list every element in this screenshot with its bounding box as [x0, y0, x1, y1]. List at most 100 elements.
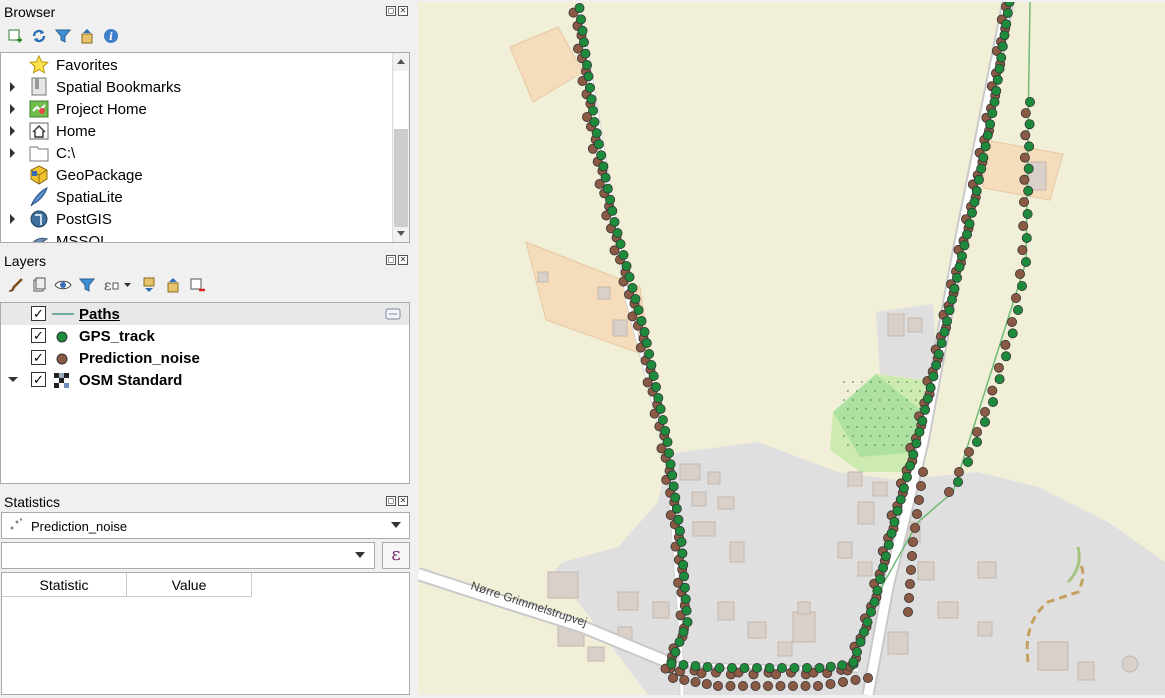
browser-item-spatialite[interactable]: SpatiaLite	[1, 186, 409, 208]
expression-builder-button[interactable]: ε	[382, 542, 410, 569]
gps-point	[978, 152, 989, 163]
expand-arrow-icon[interactable]	[10, 82, 15, 92]
collapse-all-icon[interactable]	[164, 276, 182, 294]
elephant-icon	[29, 209, 49, 229]
gps-point	[947, 294, 958, 305]
layer-item-paths[interactable]: ✓ Paths	[1, 303, 409, 325]
browser-item-postgis[interactable]: PostGIS	[1, 208, 409, 230]
layer-checkbox[interactable]: ✓	[31, 372, 46, 387]
expand-all-icon[interactable]	[140, 276, 158, 294]
svg-text:i: i	[109, 32, 113, 43]
gps-point	[976, 163, 987, 174]
gps-point	[682, 617, 693, 628]
scroll-thumb[interactable]	[394, 129, 408, 227]
expand-arrow-icon[interactable]	[10, 148, 15, 158]
remove-layer-icon[interactable]	[188, 276, 206, 294]
browser-scrollbar[interactable]	[392, 53, 409, 242]
noise-point	[917, 466, 928, 477]
noise-point	[850, 675, 861, 686]
browser-item-home[interactable]: Home	[1, 120, 409, 142]
layer-item-osm-standard[interactable]: ✓ OSM Standard	[1, 369, 409, 391]
noise-point	[987, 385, 998, 396]
collapse-all-icon[interactable]	[78, 27, 96, 45]
layer-item-gps-track[interactable]: ✓ GPS_track	[1, 325, 409, 347]
gps-point	[612, 227, 623, 238]
filter-expression-icon[interactable]: ε	[102, 276, 134, 294]
meadow-dot	[869, 399, 872, 401]
statistics-dock-buttons: ◻ ✕	[386, 496, 408, 506]
browser-item-spatial-bookmarks[interactable]: Spatial Bookmarks	[1, 76, 409, 98]
add-group-icon[interactable]	[30, 276, 48, 294]
column-header-statistic[interactable]: Statistic	[2, 573, 127, 597]
scroll-down-icon[interactable]	[397, 231, 405, 236]
gps-point	[953, 476, 964, 487]
meadow-dot	[891, 390, 894, 392]
gps-point	[886, 528, 897, 539]
layer-item-prediction-noise[interactable]: ✓ Prediction_noise	[1, 347, 409, 369]
layer-indicator-icon[interactable]	[385, 307, 401, 321]
noise-point	[1015, 268, 1026, 279]
browser-item-geopackage[interactable]: GeoPackage	[1, 164, 409, 186]
layer-select[interactable]: Prediction_noise	[1, 512, 410, 539]
meadow-dot	[851, 399, 854, 401]
noise-point	[725, 681, 736, 692]
gps-point	[657, 414, 668, 425]
gps-point	[991, 85, 1002, 96]
meadow-dot	[900, 390, 903, 392]
gps-point	[633, 304, 644, 315]
gps-point	[679, 582, 690, 593]
gps-point	[662, 436, 673, 447]
meadow-dot	[896, 399, 899, 401]
gps-point	[971, 185, 982, 196]
noise-point	[825, 679, 836, 690]
float-icon[interactable]: ◻	[386, 6, 396, 16]
meadow-dot	[891, 426, 894, 428]
gps-point	[1025, 97, 1036, 108]
gps-point	[670, 647, 681, 658]
filter-icon[interactable]	[78, 276, 96, 294]
close-icon[interactable]: ✕	[398, 6, 408, 16]
browser-item-c-drive[interactable]: C:\	[1, 142, 409, 164]
float-icon[interactable]: ◻	[386, 255, 396, 265]
expand-arrow-icon[interactable]	[10, 126, 15, 136]
refresh-icon[interactable]	[30, 27, 48, 45]
meadow-dot	[882, 390, 885, 392]
gps-point	[997, 41, 1008, 52]
gps-point	[889, 517, 900, 528]
column-header-value[interactable]: Value	[127, 573, 252, 597]
gps-point	[676, 537, 687, 548]
scroll-up-icon[interactable]	[397, 59, 405, 64]
gps-point	[1013, 304, 1024, 315]
map-svg[interactable]: Nørre Grimmelstrupvej	[415, 0, 1165, 697]
gps-point	[987, 108, 998, 119]
layer-checkbox[interactable]: ✓	[31, 350, 46, 365]
layer-checkbox[interactable]: ✓	[31, 306, 46, 321]
meadow-dot	[842, 381, 845, 383]
close-icon[interactable]: ✕	[398, 496, 408, 506]
info-icon[interactable]: i	[102, 27, 120, 45]
browser-item-mssql[interactable]: MSSQL	[1, 230, 409, 242]
gps-point	[928, 371, 939, 382]
gps-point	[667, 470, 678, 481]
collapse-arrow-icon[interactable]	[8, 377, 18, 382]
map-canvas[interactable]: Nørre Grimmelstrupvej	[415, 0, 1165, 697]
chevron-down-icon	[391, 522, 401, 528]
layer-checkbox[interactable]: ✓	[31, 328, 46, 343]
gps-point	[776, 663, 787, 674]
style-brush-icon[interactable]	[6, 276, 24, 294]
expand-arrow-icon[interactable]	[10, 214, 15, 224]
gps-point	[678, 660, 689, 671]
add-selected-layers-icon[interactable]	[6, 27, 24, 45]
eye-icon[interactable]	[54, 276, 72, 294]
browser-item-favorites[interactable]: Favorites	[1, 54, 409, 76]
browser-item-project-home[interactable]: Project Home	[1, 98, 409, 120]
gps-point	[575, 14, 586, 25]
gps-point	[680, 594, 691, 605]
gps-point	[600, 172, 611, 183]
filter-icon[interactable]	[54, 27, 72, 45]
meadow-dot	[891, 408, 894, 410]
close-icon[interactable]: ✕	[398, 255, 408, 265]
field-expression-select[interactable]	[1, 542, 375, 569]
float-icon[interactable]: ◻	[386, 496, 396, 506]
expand-arrow-icon[interactable]	[10, 104, 15, 114]
